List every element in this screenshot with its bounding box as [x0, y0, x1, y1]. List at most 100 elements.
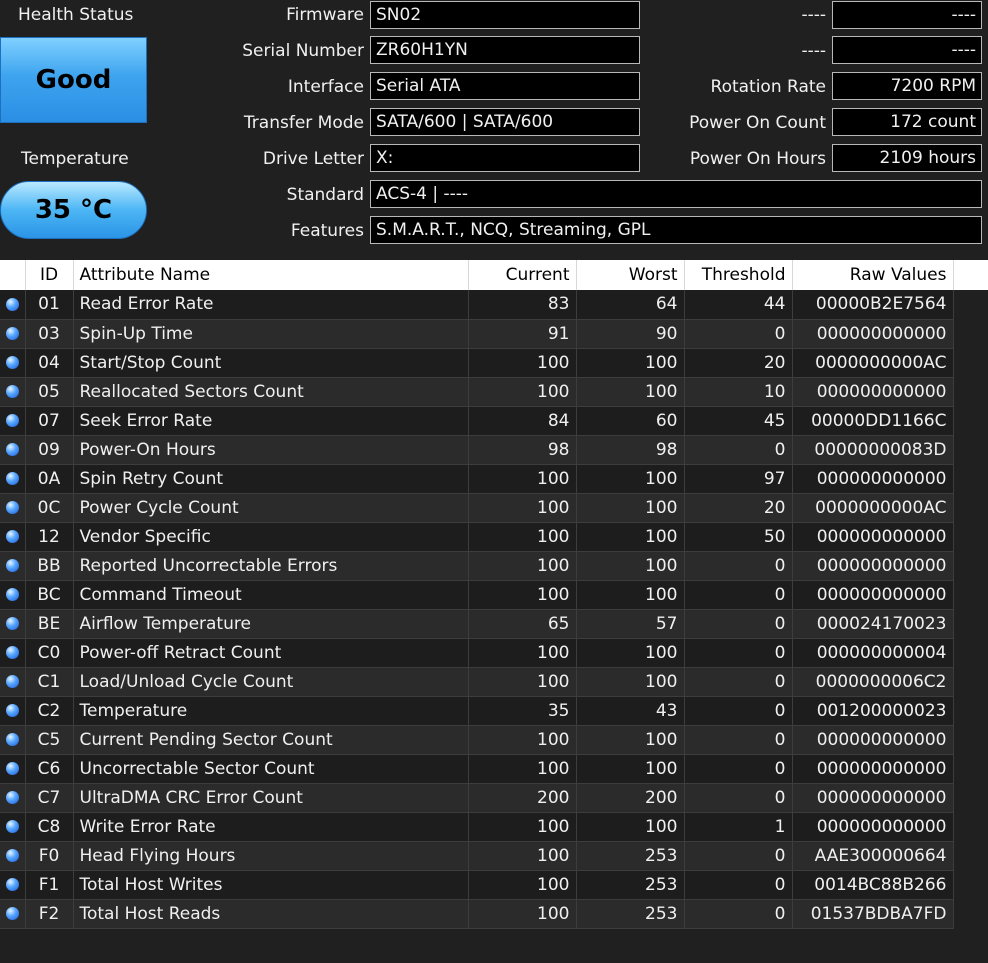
raw-values-cell: 0000000006C2 — [792, 667, 954, 697]
worst-cell: 100 — [576, 464, 685, 494]
current-cell: 100 — [468, 638, 577, 668]
blue-circle-icon — [5, 849, 19, 862]
blue-circle-icon — [5, 356, 19, 369]
status-cell — [0, 348, 26, 378]
standard-label: Standard — [286, 185, 364, 205]
threshold-cell: 0 — [684, 667, 793, 697]
status-cell — [0, 696, 26, 726]
table-row[interactable]: BB Reported Uncorrectable Errors 100 100 0 00… — [0, 551, 954, 581]
raw-values-cell: 00000B2E7564 — [792, 290, 954, 320]
table-row[interactable]: F1 Total Host Writes 100 253 0 0014BC88B266 — [0, 870, 954, 900]
raw-values-cell: 000000000000 — [792, 783, 954, 813]
raw-values-cell: 00000DD1166C — [792, 406, 954, 436]
blue-circle-icon — [5, 704, 19, 717]
table-row[interactable]: C5 Current Pending Sector Count 100 100 0 000… — [0, 725, 954, 755]
threshold-cell: 44 — [684, 290, 793, 320]
table-row[interactable]: C1 Load/Unload Cycle Count 100 100 0 00000000… — [0, 667, 954, 697]
table-row[interactable]: C2 Temperature 35 43 0 001200000023 — [0, 696, 954, 726]
table-row[interactable]: F2 Total Host Reads 100 253 0 01537BDBA7FD — [0, 899, 954, 929]
status-cell — [0, 551, 26, 581]
current-cell: 65 — [468, 609, 577, 639]
table-row[interactable]: 01 Read Error Rate 83 64 44 00000B2E7564 — [0, 290, 954, 320]
worst-cell: 100 — [576, 638, 685, 668]
table-row[interactable]: 04 Start/Stop Count 100 100 20 0000000000AC — [0, 348, 954, 378]
id-cell: 0C — [25, 493, 74, 523]
blue-circle-icon — [5, 297, 19, 311]
threshold-cell: 0 — [684, 783, 793, 813]
current-cell: 100 — [468, 464, 577, 494]
attribute-name-cell: Total Host Reads — [73, 899, 469, 929]
column-header-raw-values[interactable]: Raw Values — [792, 260, 954, 290]
blue-circle-icon — [5, 646, 19, 659]
worst-cell: 64 — [576, 290, 685, 320]
id-cell: BB — [25, 551, 74, 581]
threshold-cell: 0 — [684, 725, 793, 755]
status-cell — [0, 290, 26, 320]
raw-values-cell: 000000000000 — [792, 812, 954, 842]
blue-circle-icon — [5, 762, 19, 775]
table-row[interactable]: 0A Spin Retry Count 100 100 97 000000000000 — [0, 464, 954, 494]
attribute-name-cell: Write Error Rate — [73, 812, 469, 842]
table-row[interactable]: 09 Power-On Hours 98 98 0 00000000083D — [0, 435, 954, 465]
id-cell: C0 — [25, 638, 74, 668]
raw-values-cell: 000000000000 — [792, 464, 954, 494]
table-row[interactable]: 0C Power Cycle Count 100 100 20 0000000000AC — [0, 493, 954, 523]
column-header-threshold[interactable]: Threshold — [684, 260, 793, 290]
table-row[interactable]: BE Airflow Temperature 65 57 0 000024170023 — [0, 609, 954, 639]
id-cell: 09 — [25, 435, 74, 465]
attribute-name-cell: Command Timeout — [73, 580, 469, 610]
temperature-button[interactable]: 35 °C — [0, 181, 147, 239]
column-header-status[interactable] — [0, 260, 26, 290]
power-on-count-field: 172 count — [832, 108, 982, 136]
column-header-attribute-name[interactable]: Attribute Name — [73, 260, 469, 290]
table-row[interactable]: C0 Power-off Retract Count 100 100 0 00000000… — [0, 638, 954, 668]
serial-number-field: ZR60H1YN — [370, 36, 640, 64]
column-header-current[interactable]: Current — [468, 260, 577, 290]
column-header-worst[interactable]: Worst — [576, 260, 685, 290]
worst-cell: 57 — [576, 609, 685, 639]
blue-circle-icon — [5, 617, 19, 630]
health-status-button[interactable]: Good — [0, 37, 147, 123]
table-row[interactable]: 07 Seek Error Rate 84 60 45 00000DD1166C — [0, 406, 954, 436]
status-cell — [0, 638, 26, 668]
threshold-cell: 0 — [684, 319, 793, 349]
blue-circle-icon — [5, 414, 19, 427]
id-cell: C8 — [25, 812, 74, 842]
table-row[interactable]: 05 Reallocated Sectors Count 100 100 10 00000… — [0, 377, 954, 407]
worst-cell: 100 — [576, 377, 685, 407]
column-header-id[interactable]: ID — [25, 260, 74, 290]
current-cell: 100 — [468, 725, 577, 755]
threshold-cell: 0 — [684, 638, 793, 668]
threshold-cell: 0 — [684, 696, 793, 726]
table-row[interactable]: 03 Spin-Up Time 91 90 0 000000000000 — [0, 319, 954, 349]
table-row[interactable]: 12 Vendor Specific 100 100 50 000000000000 — [0, 522, 954, 552]
status-cell — [0, 522, 26, 552]
current-cell: 100 — [468, 841, 577, 871]
id-cell: BE — [25, 609, 74, 639]
blue-circle-icon — [5, 907, 19, 920]
threshold-cell: 0 — [684, 870, 793, 900]
current-cell: 100 — [468, 551, 577, 581]
standard-field: ACS-4 | ---- — [370, 180, 982, 208]
power-on-hours-field: 2109 hours — [832, 144, 982, 172]
current-cell: 100 — [468, 812, 577, 842]
raw-values-cell: 000000000000 — [792, 522, 954, 552]
temperature-label: Temperature — [21, 149, 129, 169]
status-cell — [0, 406, 26, 436]
health-status-label: Health Status — [18, 5, 134, 25]
worst-cell: 100 — [576, 522, 685, 552]
worst-cell: 100 — [576, 580, 685, 610]
worst-cell: 100 — [576, 754, 685, 784]
current-cell: 83 — [468, 290, 577, 320]
table-row[interactable]: BC Command Timeout 100 100 0 000000000000 — [0, 580, 954, 610]
table-row[interactable]: C6 Uncorrectable Sector Count 100 100 0 00000… — [0, 754, 954, 784]
blue-circle-icon — [5, 675, 19, 688]
id-cell: 12 — [25, 522, 74, 552]
current-cell: 100 — [468, 667, 577, 697]
threshold-cell: 1 — [684, 812, 793, 842]
threshold-cell: 20 — [684, 493, 793, 523]
table-row[interactable]: F0 Head Flying Hours 100 253 0 AAE300000664 — [0, 841, 954, 871]
table-row[interactable]: C7 UltraDMA CRC Error Count 200 200 0 0000000… — [0, 783, 954, 813]
worst-cell: 100 — [576, 667, 685, 697]
table-row[interactable]: C8 Write Error Rate 100 100 1 000000000000 — [0, 812, 954, 842]
